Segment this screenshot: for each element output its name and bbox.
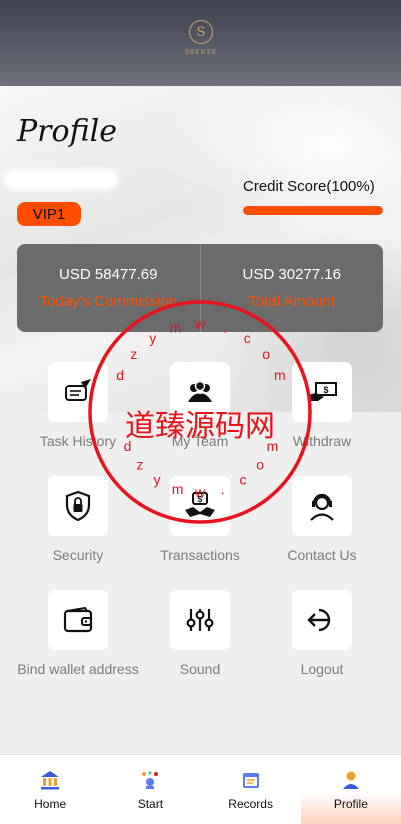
menu-contact-us[interactable]: Contact Us [261,476,383,563]
menu-my-team[interactable]: My Team [139,362,261,449]
records-icon [240,769,262,791]
menu-withdraw[interactable]: $ Withdraw [261,362,383,449]
nav-start[interactable]: Start [100,755,200,824]
nav-label: Start [137,796,164,811]
stat-commission: USD 58477.69 Today's Commission [17,244,200,332]
menu-task-history[interactable]: Task History [17,362,139,449]
start-icon [139,769,161,791]
vip-badge: VIP1 [17,202,81,226]
stat-total: USD 30277.16 Total Amount [199,244,384,332]
menu-label: Security [52,547,104,563]
menu-label: Contact Us [287,547,357,563]
cash-icon: $ [292,362,352,422]
credit-score-label: Credit Score(100%) [243,178,375,195]
menu-label: Bind wallet address [17,661,139,677]
page-title: Profile [17,114,117,149]
bottom-nav: Home Start Records Profile [0,754,401,824]
svg-text:$: $ [323,385,328,395]
menu-label: Logout [300,661,344,677]
nav-records[interactable]: Records [201,755,301,824]
logout-icon [292,590,352,650]
bank-icon [39,769,61,791]
menu-sound[interactable]: Sound [139,590,261,677]
scroll-quill-icon [48,362,108,422]
menu-label: Sound [179,661,221,677]
headset-icon [292,476,352,536]
nav-profile[interactable]: Profile [300,755,401,824]
logo-text: SSENSE [184,49,218,56]
nav-label: Profile [333,796,368,811]
team-icon [170,362,230,422]
shield-lock-icon [48,476,108,536]
nav-label: Records [228,796,273,811]
menu-bind-wallet[interactable]: Bind wallet address [17,590,139,677]
stat-value: USD 58477.69 [59,266,158,283]
stat-value: USD 30277.16 [242,266,341,283]
top-header: S SSENSE [0,0,401,86]
brand-logo: S SSENSE [178,20,224,56]
credit-score-fill [243,206,383,215]
nav-label: Home [34,796,67,811]
menu-label: Transactions [160,547,240,563]
menu-logout[interactable]: Logout [261,590,383,677]
user-icon [340,769,362,791]
menu-label: Withdraw [292,433,352,449]
menu-security[interactable]: Security [17,476,139,563]
username-redacted [4,170,118,190]
menu-label: Task History [39,433,117,449]
credit-score-bar [243,206,383,215]
stat-label: Total Amount [248,293,336,310]
menu-transactions[interactable]: $ Transactions [139,476,261,563]
handshake-icon: $ [170,476,230,536]
svg-text:$: $ [198,495,203,504]
nav-home[interactable]: Home [0,755,100,824]
menu-label: My Team [171,433,229,449]
logo-mark: S [189,20,213,44]
menu-background [0,412,401,754]
stats-card: USD 58477.69 Today's Commission USD 3027… [17,244,383,332]
stat-label: Today's Commission [39,293,177,310]
wallet-icon [48,590,108,650]
sliders-icon [170,590,230,650]
